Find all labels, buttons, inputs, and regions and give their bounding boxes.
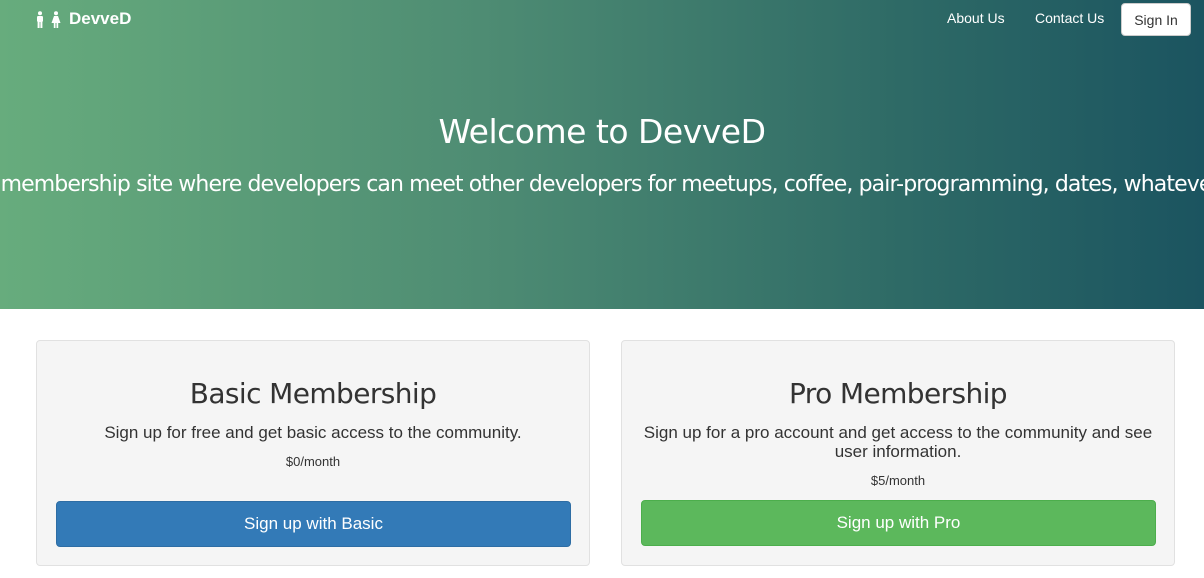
sign-up-basic-button[interactable]: Sign up with Basic bbox=[56, 501, 571, 547]
plan-description: Sign up for free and get basic access to… bbox=[104, 423, 522, 442]
navbar: DevveD About Us Contact Us Sign In bbox=[0, 0, 1204, 38]
sign-in-button[interactable]: Sign In bbox=[1121, 3, 1191, 36]
sign-up-pro-button[interactable]: Sign up with Pro bbox=[641, 500, 1156, 546]
hero-subtitle: A membership site where developers can m… bbox=[0, 172, 1204, 197]
plan-price: $0/month bbox=[285, 454, 341, 469]
hero-title: Welcome to DevveD bbox=[438, 112, 766, 151]
nav-contact-us-link[interactable]: Contact Us bbox=[1035, 10, 1104, 26]
nav-about-us-link[interactable]: About Us bbox=[947, 10, 1005, 26]
hero-banner: DevveD About Us Contact Us Sign In Welco… bbox=[0, 0, 1204, 309]
plan-description: Sign up for a pro account and get access… bbox=[643, 423, 1153, 461]
basic-membership-card: Basic Membership Sign up for free and ge… bbox=[36, 340, 590, 566]
plan-price: $5/month bbox=[870, 473, 926, 488]
pro-membership-card: Pro Membership Sign up for a pro account… bbox=[621, 340, 1175, 566]
male-female-icon bbox=[34, 10, 64, 28]
plan-title: Basic Membership bbox=[189, 377, 437, 410]
brand-label: DevveD bbox=[69, 9, 132, 28]
plan-title: Pro Membership bbox=[789, 377, 1008, 410]
brand-link[interactable]: DevveD bbox=[34, 9, 131, 29]
